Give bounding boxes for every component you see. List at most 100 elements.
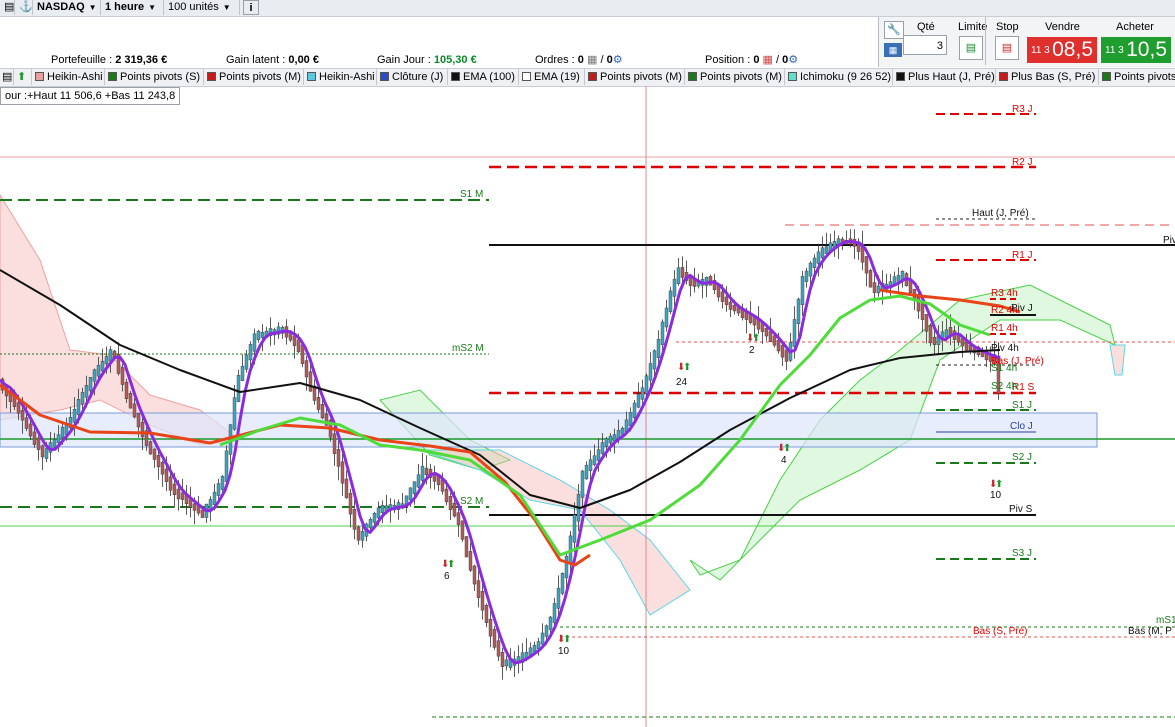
chevron-down-icon: ▼ — [88, 3, 97, 12]
timeframe-label: 1 heure — [105, 1, 145, 13]
indicator-swatch — [108, 72, 117, 81]
candle-body — [944, 329, 949, 338]
gain-jour-label: Gain Jour : — [377, 54, 431, 66]
indicator-tab[interactable]: Plus Bas (S, Pré) — [996, 69, 1099, 85]
candle-body — [804, 270, 809, 282]
candle-body — [676, 267, 681, 284]
candle-body — [156, 455, 161, 468]
candle-body — [648, 363, 653, 381]
buy-arrow-icon: ⬆ — [995, 479, 1003, 490]
candle-body — [824, 246, 829, 254]
candle-body — [136, 413, 141, 428]
buy-button[interactable]: 11 3 10,5 — [1101, 37, 1171, 63]
indicator-label: EMA (19) — [534, 71, 580, 83]
stop-order-icon: ▤ — [1001, 42, 1013, 54]
wrench-icon[interactable]: 🔧 — [884, 21, 904, 39]
indicator-tab[interactable]: Points pivots (M) — [585, 69, 685, 85]
candle-body — [60, 426, 65, 438]
quantity-input[interactable]: 3 — [903, 35, 947, 55]
indicator-tab[interactable]: Points pivots (M) — [685, 69, 785, 85]
candle-body — [200, 509, 205, 518]
indicator-tab[interactable]: Points pivots — [1099, 69, 1175, 85]
candle-body — [168, 476, 173, 491]
position-count-a: 0 — [753, 54, 760, 66]
candle-body — [412, 481, 417, 494]
candle-body — [588, 459, 593, 472]
price-chart[interactable]: R3 J R2 J S1 M Haut (J, Pré) Piv R1 J R3… — [0, 86, 1175, 727]
info-icon: i — [249, 2, 253, 14]
indicator-swatch — [380, 72, 389, 81]
candle-body — [124, 381, 129, 399]
gain-latent: Gain latent : 0,00 € — [226, 54, 319, 66]
candle-body — [932, 336, 937, 345]
candle-body — [820, 247, 825, 259]
indicator-tab[interactable]: Heikin-Ashi — [304, 69, 377, 85]
candle-body — [52, 438, 57, 448]
candle-body — [24, 417, 29, 429]
candle-body — [132, 403, 137, 418]
label-r2-j: R2 J — [1012, 157, 1033, 168]
candle-body — [780, 344, 785, 358]
indicator-tab[interactable]: EMA (19) — [519, 69, 585, 85]
candle-body — [456, 512, 461, 525]
candle-body — [216, 483, 221, 496]
trade-panel: 🔧 ▦ Qté 3 Limite ▤ Stop ▤ Vendre Acheter… — [878, 17, 1175, 67]
candle-body — [380, 505, 385, 514]
candle-body — [224, 450, 229, 482]
candle-body — [164, 468, 169, 482]
ordres[interactable]: Ordres : 0 ▦ / 0⚙ — [535, 54, 623, 66]
candle-body — [964, 342, 969, 351]
candle-body — [128, 393, 133, 409]
candle-body — [724, 296, 729, 306]
candle-body — [368, 519, 373, 529]
instrument-label: NASDAQ — [37, 1, 85, 13]
candle-body — [56, 434, 61, 444]
indicator-tab[interactable]: Clôture (J) — [377, 69, 448, 85]
indicator-tab[interactable]: Points pivots (S) — [105, 69, 204, 85]
indicator-tab[interactable]: Ichimoku (9 26 52) — [785, 69, 893, 85]
qte-label: Qté — [917, 21, 935, 33]
portefeuille-label: Portefeuille : — [51, 54, 113, 66]
stop-order-button[interactable]: ▤ — [995, 36, 1019, 60]
candle-body — [180, 492, 185, 500]
vendre-label: Vendre — [1045, 21, 1080, 33]
candle-body — [84, 385, 89, 398]
ichimoku-cloud — [0, 194, 1126, 616]
label-piv: Piv — [1163, 235, 1175, 246]
indicator-label: Plus Bas (S, Pré) — [1011, 71, 1096, 83]
keypad-icon[interactable]: ▦ — [884, 43, 902, 57]
pin-icon[interactable]: ⚓ — [15, 0, 33, 15]
candle-body — [320, 404, 325, 419]
candle-body — [720, 291, 725, 302]
candle-body — [360, 531, 365, 541]
candle-body — [416, 474, 421, 488]
timeframe-select[interactable]: 1 heure ▼ — [101, 0, 164, 15]
position-label: Position : — [705, 54, 751, 66]
indicator-swatch — [522, 72, 531, 81]
candle-body — [36, 437, 41, 450]
cloud-bear — [1109, 344, 1126, 376]
indicator-tab[interactable]: Plus Haut (J, Pré) — [893, 69, 996, 85]
indicator-menu-icon[interactable]: ▤ — [0, 69, 14, 85]
indicator-tab[interactable]: Points pivots (M) — [204, 69, 304, 85]
cloud-bear — [0, 194, 242, 446]
buy-arrow-icon: ⬆ — [683, 362, 691, 373]
position[interactable]: Position : 0 ▦ / 0⚙ — [705, 54, 798, 66]
chevron-down-icon: ▼ — [222, 3, 231, 12]
sell-button[interactable]: 11 3 08,5 — [1027, 37, 1097, 63]
indicator-tab[interactable]: Heikin-Ashi — [32, 69, 105, 85]
chart-menu-icon[interactable]: ▤ — [0, 0, 15, 15]
instrument-select[interactable]: NASDAQ ▼ — [33, 0, 101, 15]
buy-arrow-icon: ⬆ — [447, 559, 455, 570]
indicator-swatch — [999, 72, 1008, 81]
candle-body — [192, 503, 197, 511]
candle-body — [660, 321, 665, 345]
limit-order-button[interactable]: ▤ — [959, 36, 983, 60]
add-indicator-icon[interactable]: ⬆ — [14, 69, 32, 85]
info-button[interactable]: i — [243, 0, 259, 15]
candle-body — [548, 616, 553, 630]
candle-body — [296, 339, 301, 353]
candle-body — [176, 488, 181, 500]
indicator-tab[interactable]: EMA (100) — [448, 69, 519, 85]
units-select[interactable]: 100 unités ▼ — [164, 0, 240, 15]
